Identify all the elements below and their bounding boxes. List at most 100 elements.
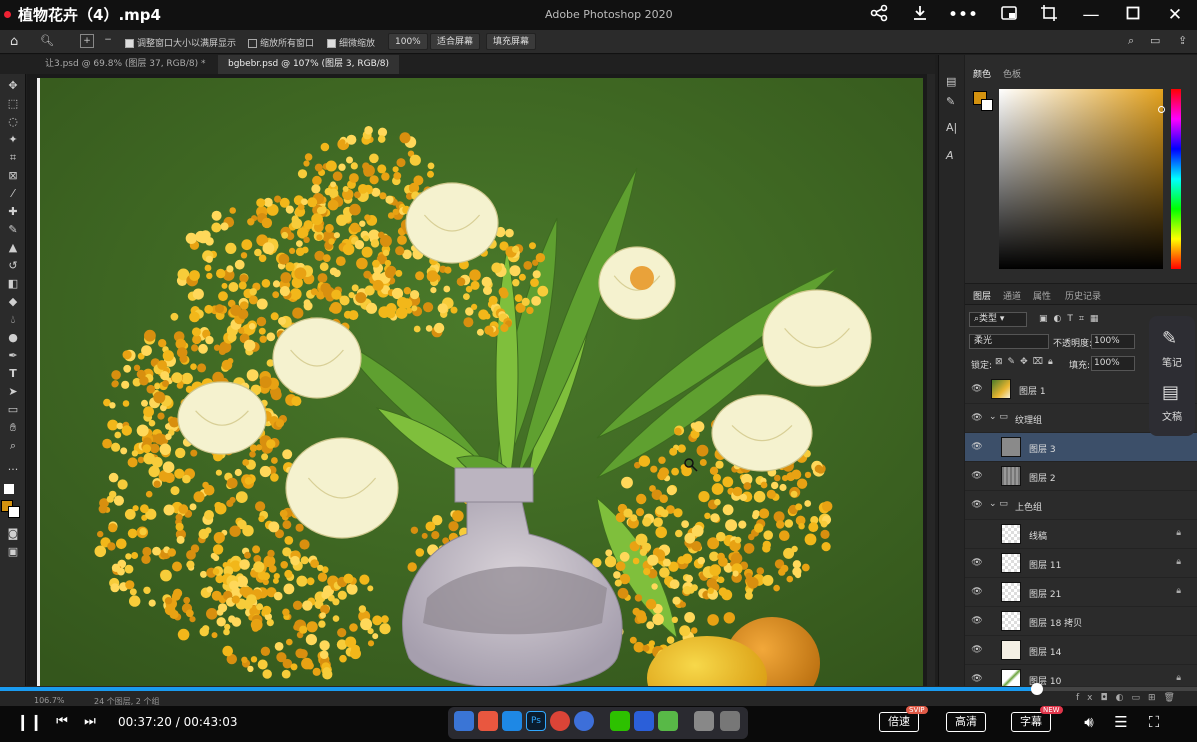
lock-icons[interactable]: ⊠✎✥⌧🔒︎	[995, 357, 1058, 367]
visibility-eye-icon[interactable]: 👁︎	[971, 442, 983, 452]
lasso-tool-icon[interactable]: ◌	[4, 114, 22, 130]
edit-toolbar-icon[interactable]: ···	[4, 462, 22, 478]
subtitle-button[interactable]: 字幕	[1011, 712, 1051, 732]
screen-mode-icon[interactable]: ▣	[4, 544, 22, 560]
brush-tool-icon[interactable]: ✎	[4, 222, 22, 238]
layer-filter-select[interactable]: ⌕类型 ▾	[969, 312, 1027, 327]
magic-wand-tool-icon[interactable]: ✦	[4, 132, 22, 148]
wechat-icon[interactable]	[610, 711, 630, 731]
visibility-eye-icon[interactable]: 👁︎	[971, 384, 983, 394]
fill-input[interactable]: 100%	[1091, 356, 1135, 371]
color-picker-handle[interactable]	[1158, 106, 1165, 113]
background-swatch-small[interactable]	[8, 506, 20, 518]
visibility-eye-icon[interactable]	[971, 529, 983, 539]
folder-icon[interactable]: ⌄ ▭	[989, 499, 1008, 509]
layer-row[interactable]: 👁︎ 图层 10 🔒︎	[965, 665, 1197, 686]
fullscreen-icon[interactable]: ⛶	[1143, 711, 1165, 733]
safari-icon[interactable]	[502, 711, 522, 731]
zoom-tool-icon[interactable]: 🔍︎	[40, 34, 54, 47]
fill-screen-button[interactable]: 填充屏幕	[486, 33, 537, 50]
zoom-all-option[interactable]: 缩放所有窗口	[248, 36, 314, 49]
tab-color[interactable]: 颜色	[973, 67, 991, 80]
minimize-icon[interactable]: —	[1080, 4, 1102, 26]
zoom-in-icon[interactable]: +	[80, 34, 94, 48]
visibility-eye-icon[interactable]: 👁︎	[971, 500, 983, 510]
crop-fullscreen-icon[interactable]	[1038, 4, 1060, 26]
background-color-chip[interactable]	[981, 99, 993, 111]
layer-row[interactable]: 👁︎ 图层 14	[965, 636, 1197, 665]
browser-icon[interactable]	[574, 711, 594, 731]
visibility-eye-icon[interactable]: 👁︎	[971, 674, 983, 684]
video-progress-bar[interactable]	[0, 683, 1197, 695]
tab-swatches[interactable]: 色板	[1003, 67, 1021, 80]
character-panel-icon[interactable]: A|	[946, 121, 957, 134]
tab-properties[interactable]: 属性	[1033, 289, 1051, 302]
type-tool-icon[interactable]: T	[4, 366, 22, 382]
layer-row[interactable]: 👁︎ 图层 18 拷贝	[965, 607, 1197, 636]
layer-row[interactable]: 👁︎ 图层 21 🔒︎	[965, 578, 1197, 607]
tab-history[interactable]: 历史记录	[1065, 289, 1101, 302]
scrubby-zoom-option[interactable]: 细微缩放	[327, 36, 375, 49]
hand-tool-icon[interactable]: ✋︎	[4, 420, 22, 436]
pip-icon[interactable]	[998, 4, 1020, 26]
resize-windows-option[interactable]: 调整窗口大小以满屏显示	[125, 36, 236, 49]
opacity-input[interactable]: 100%	[1091, 334, 1135, 349]
resize-checkbox[interactable]	[125, 39, 134, 48]
history-panel-icon[interactable]: ▤	[946, 75, 956, 88]
finder-icon[interactable]	[454, 711, 474, 731]
layer-row[interactable]: 线稿 🔒︎	[965, 520, 1197, 549]
playlist-icon[interactable]: ☰	[1110, 711, 1132, 733]
healing-tool-icon[interactable]: ✚	[4, 204, 22, 220]
shape-tool-icon[interactable]: ▭	[4, 402, 22, 418]
history-brush-icon[interactable]: ↺	[4, 258, 22, 274]
color-picker-field[interactable]	[999, 89, 1163, 269]
zoom-tool-side-icon[interactable]: ⌕	[4, 438, 22, 454]
speed-button[interactable]: 倍速	[879, 712, 919, 732]
layer-row[interactable]: 👁︎ 图层 11 🔒︎	[965, 549, 1197, 578]
share-ps-icon[interactable]: ⇪	[1178, 34, 1187, 47]
tab-channels[interactable]: 通道	[1003, 289, 1021, 302]
path-select-tool-icon[interactable]: ➤	[4, 384, 22, 400]
maximize-icon[interactable]	[1122, 4, 1144, 26]
notes-label[interactable]: 笔记	[1149, 354, 1195, 369]
layer-group-row[interactable]: 👁︎ ⌄ ▭ 上色组	[965, 491, 1197, 520]
stamp-tool-icon[interactable]: ▲	[4, 240, 22, 256]
layer-actions-icons[interactable]: fx◘◐▭⊞🗑︎	[1076, 693, 1183, 703]
visibility-eye-icon[interactable]: 👁︎	[971, 645, 983, 655]
pen-tool-icon[interactable]: ✒	[4, 348, 22, 364]
tab-document-1[interactable]: 让3.psd @ 69.8% (图层 37, RGB/8) *	[35, 55, 215, 74]
artwork-canvas[interactable]	[37, 78, 923, 686]
marquee-tool-icon[interactable]: ⬚	[4, 96, 22, 112]
launchpad-icon[interactable]	[478, 711, 498, 731]
crop-tool-icon[interactable]: ⌗	[4, 150, 22, 166]
layer-row[interactable]: 👁︎ 图层 2	[965, 462, 1197, 491]
close-icon[interactable]: ✕	[1164, 4, 1186, 26]
tab-document-2[interactable]: bgbebr.psd @ 107% (图层 3, RGB/8)	[218, 55, 400, 74]
chrome-icon[interactable]	[550, 711, 570, 731]
quick-mask-icon[interactable]: ◙	[4, 526, 22, 542]
filter-type-icons[interactable]: ▣◐T⌗▦	[1039, 314, 1104, 324]
fit-screen-button[interactable]: 适合屏幕	[430, 33, 481, 50]
background-color-swatch[interactable]	[4, 484, 14, 494]
app-icon-green[interactable]	[658, 711, 678, 731]
blend-mode-select[interactable]: 柔光	[969, 334, 1049, 349]
search-icon[interactable]: ⌕	[1128, 34, 1134, 48]
workspace-icon[interactable]: ▭	[1150, 34, 1160, 47]
app-icon-blue[interactable]	[634, 711, 654, 731]
share-icon[interactable]	[868, 4, 890, 26]
paragraph-panel-icon[interactable]: A	[946, 149, 954, 162]
visibility-eye-icon[interactable]: 👁︎	[971, 471, 983, 481]
move-tool-icon[interactable]: ✥	[4, 78, 22, 94]
next-icon[interactable]: ⏭︎	[80, 711, 100, 733]
eraser-tool-icon[interactable]: ◧	[4, 276, 22, 292]
visibility-eye-icon[interactable]: 👁︎	[971, 558, 983, 568]
vertical-scrollbar[interactable]	[927, 74, 935, 686]
zoom-value-button[interactable]: 100%	[388, 33, 428, 50]
previous-icon[interactable]: ⏮︎	[52, 711, 72, 733]
volume-icon[interactable]: 🔊︎	[1078, 711, 1100, 733]
notes-icon[interactable]: ✎	[1162, 328, 1177, 349]
folder-icon[interactable]: ⌄ ▭	[989, 412, 1008, 422]
zoom-out-icon[interactable]: −	[101, 34, 115, 48]
download-icon[interactable]	[909, 4, 931, 26]
draft-icon[interactable]: ▤	[1162, 382, 1179, 403]
